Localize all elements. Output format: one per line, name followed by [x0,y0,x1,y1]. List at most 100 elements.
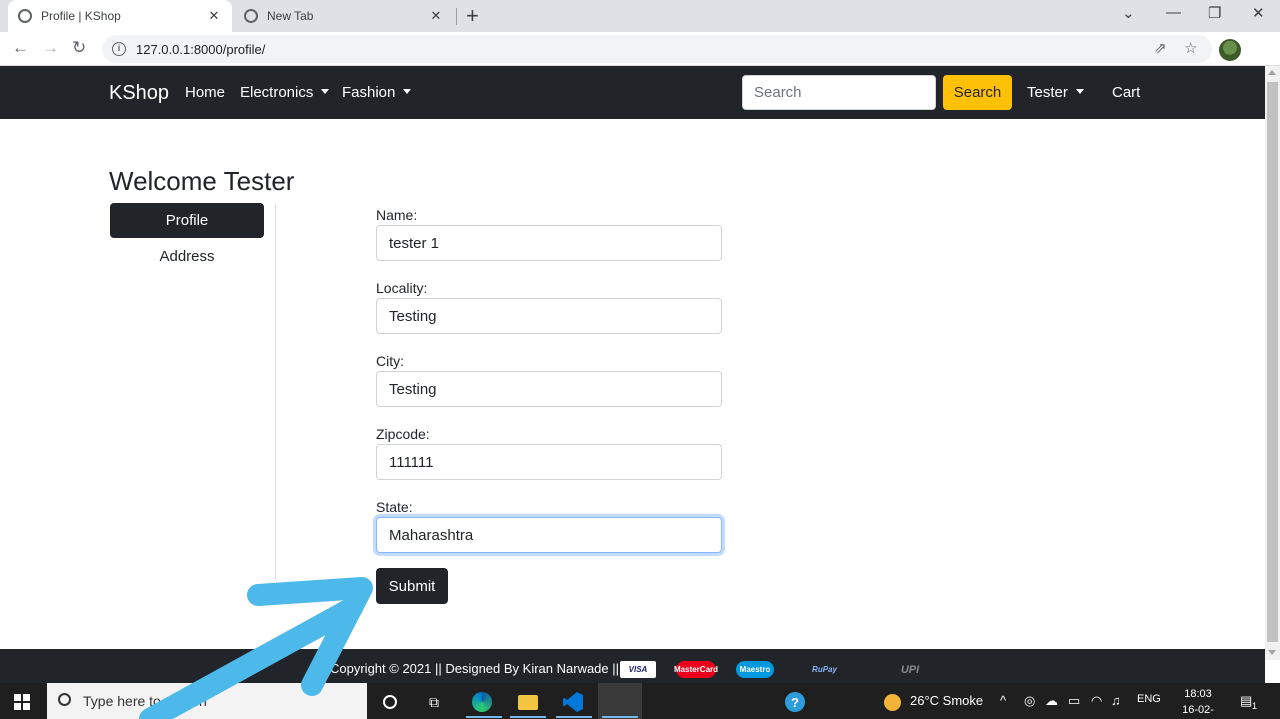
scroll-down-icon[interactable] [1268,650,1276,655]
name-label: Name: [376,207,418,223]
share-icon[interactable]: ⇗ [1154,39,1167,57]
search-placeholder: Search [754,84,802,101]
rupay-logo: RuPay [812,665,837,674]
zipcode-label: Zipcode: [376,426,430,442]
explorer-running-indicator [510,716,546,718]
scroll-up-icon[interactable] [1268,70,1276,75]
upi-logo: UPI [900,663,920,676]
clock-date: 16-02-2022 [1182,704,1214,716]
taskbar-search-text: Type here to search [83,693,207,709]
locality-label: Locality: [376,280,428,296]
side-nav-address[interactable]: Address [110,239,264,274]
chrome-icon [244,9,258,23]
mastercard-logo: MasterCard [674,661,718,678]
globe-icon [18,9,32,23]
tab-separator [456,8,457,25]
zipcode-field[interactable]: 111111 [376,444,722,480]
tab-title: Profile | KShop [41,9,121,23]
city-label: City: [376,353,404,369]
state-label: State: [376,499,413,515]
scroll-thumb[interactable] [1267,82,1278,642]
side-nav-profile[interactable]: Profile [110,203,264,238]
bookmark-star-icon[interactable]: ☆ [1184,39,1197,57]
volume-icon[interactable]: ♫ [1111,693,1121,708]
notification-count: 1 [1252,701,1258,711]
brand-logo[interactable]: KShop [109,82,169,105]
cortana-icon[interactable] [379,691,401,713]
vertical-divider [275,203,276,580]
locality-field[interactable]: Testing [376,298,722,334]
back-icon[interactable]: ← [12,38,29,58]
cart-link[interactable]: Cart [1112,84,1140,101]
tab-new-tab[interactable]: New Tab ✕ [234,0,454,32]
taskbar-search-box[interactable]: Type here to search [47,683,367,719]
browser-toolbar: ← → ↻ i 127.0.0.1:8000/profile/ ⇗ ☆ [0,32,1280,66]
profile-avatar[interactable] [1219,39,1241,61]
tab-profile[interactable]: Profile | KShop ✕ [8,0,232,32]
edge-icon[interactable] [471,691,493,713]
nav-fashion-label: Fashion [342,84,396,101]
close-window-icon[interactable]: ✕ [1252,4,1265,22]
active-app-highlight [598,683,642,719]
edge-running-indicator [466,716,502,718]
caret-down-icon [403,89,412,94]
caret-down-icon [1075,89,1084,94]
nav-home[interactable]: Home [185,84,225,101]
file-explorer-icon[interactable] [517,691,539,713]
visa-logo: VISA [620,661,656,678]
reload-icon[interactable]: ↻ [72,38,86,58]
weather-text[interactable]: 26°C Smoke [910,693,983,708]
state-field[interactable]: Maharashtra [376,517,722,553]
site-info-icon[interactable]: i [112,42,126,56]
city-value: Testing [389,380,437,398]
nav-electronics-dropdown[interactable]: Electronics [240,84,330,101]
forward-icon[interactable]: → [42,38,59,58]
tab-title: New Tab [267,9,314,23]
name-field[interactable]: tester 1 [376,225,722,261]
footer-copyright: Copyright © 2021 || Designed By Kiran Na… [330,661,620,676]
browser-tab-strip: Profile | KShop ✕ New Tab ✕ + ⌄ — ❐ ✕ [0,0,1280,32]
notifications-icon[interactable]: ▤ [1240,693,1252,709]
address-bar[interactable]: i 127.0.0.1:8000/profile/ [102,35,1212,63]
nav-fashion-dropdown[interactable]: Fashion [342,84,412,101]
search-input[interactable]: Search [742,75,936,110]
onedrive-icon[interactable]: ☁ [1045,693,1058,709]
wifi-icon[interactable]: ◠ [1091,693,1102,709]
windows-start-icon[interactable] [14,694,30,710]
tab-search-icon[interactable]: ⌄ [1122,4,1135,22]
clock-time: 18:03 [1184,688,1212,700]
site-navbar: KShop Home Electronics Fashion Search Se… [0,66,1265,119]
battery-icon[interactable]: ▭ [1068,693,1080,709]
page-title: Welcome Tester [109,166,295,196]
vscode-icon[interactable] [562,691,584,713]
search-icon [58,693,71,706]
state-value: Maharashtra [389,526,474,544]
nav-electronics-label: Electronics [240,84,314,101]
user-menu-dropdown[interactable]: Tester [1027,84,1084,101]
close-tab-icon[interactable]: ✕ [428,8,444,24]
city-field[interactable]: Testing [376,371,722,407]
close-tab-icon[interactable]: ✕ [206,8,222,24]
submit-button[interactable]: Submit [376,568,448,604]
chrome-running-indicator [602,716,638,718]
weather-icon[interactable] [881,691,903,713]
restore-icon[interactable]: ❐ [1208,4,1221,22]
locality-value: Testing [389,307,437,325]
meet-now-icon[interactable]: ◎ [1024,693,1035,709]
new-tab-icon[interactable]: + [466,3,479,29]
task-view-icon[interactable]: ⧉ [423,691,445,713]
help-icon[interactable]: ? [784,691,806,713]
language-indicator[interactable]: ENG [1137,693,1161,705]
site-footer: Copyright © 2021 || Designed By Kiran Na… [0,649,1265,683]
tray-chevron-icon[interactable]: ^ [1000,693,1006,708]
name-value: tester 1 [389,234,440,252]
nav-home-label: Home [185,84,226,101]
caret-down-icon [321,89,330,94]
search-button[interactable]: Search [943,75,1012,110]
maestro-logo: Maestro [736,661,774,678]
minimize-icon[interactable]: — [1166,4,1181,21]
url-text: 127.0.0.1:8000/profile/ [136,41,266,57]
taskbar-clock[interactable]: 18:03 16-02-2022 [1170,686,1226,719]
user-menu-label: Tester [1027,84,1068,101]
zipcode-value: 111111 [389,453,434,471]
